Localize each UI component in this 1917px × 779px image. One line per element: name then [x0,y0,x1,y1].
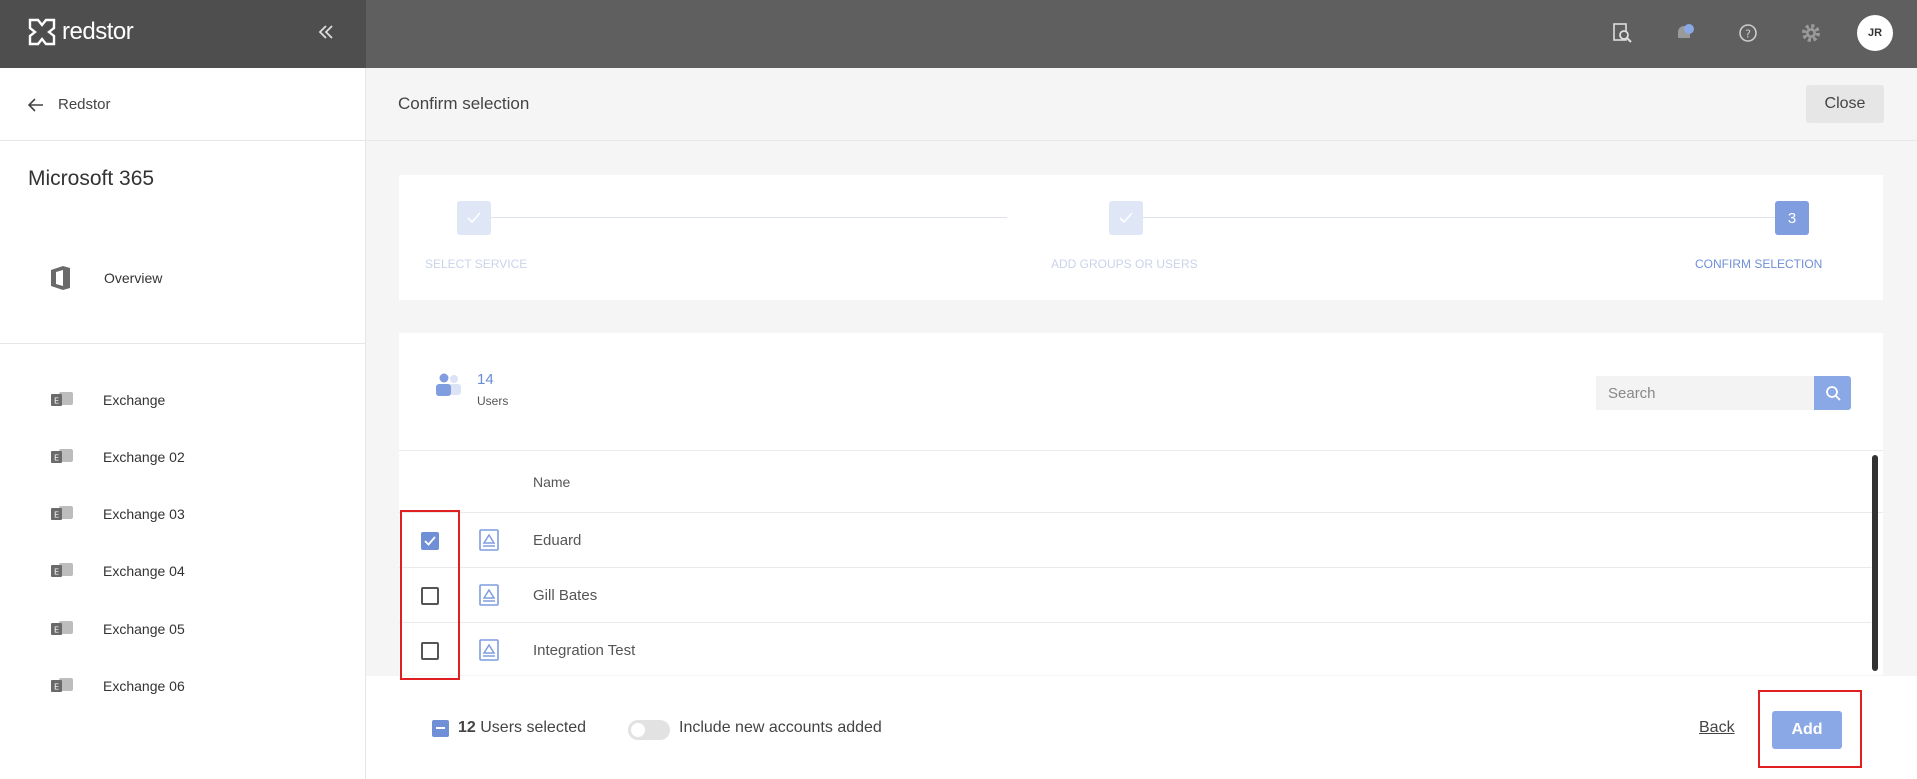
row-user-name: Integration Test [533,642,636,659]
page-header: Confirm selection Close [366,68,1917,141]
selected-label: Users selected [480,719,587,736]
sidebar-item-label: Overview [104,270,163,286]
user-mailbox-icon [479,584,499,606]
sidebar-item-exchange-04[interactable]: E Exchange 04 [50,561,185,581]
svg-text:E: E [54,397,59,406]
arrow-left-icon [28,97,43,112]
help-icon[interactable]: ? [1730,15,1766,51]
exchange-icon: E [51,449,73,463]
top-icons: ? JR [1577,15,1893,51]
add-button[interactable]: Add [1772,711,1842,749]
logo[interactable]: redstor [28,18,134,46]
back-to-redstor-link[interactable]: Redstor [28,96,111,113]
user-mailbox-icon [479,639,499,661]
sidebar-item-exchange[interactable]: E Exchange [50,390,165,410]
users-count-label: Users [477,394,509,408]
table-header: Name [399,450,1883,513]
exchange-icon: E [51,678,73,692]
top-bar: redstor ? JR [0,0,1917,68]
table-scrollbar[interactable] [1872,455,1878,671]
sidebar-item-exchange-03[interactable]: E Exchange 03 [50,504,185,524]
sidebar-item-exchange-02[interactable]: E Exchange 02 [50,447,185,467]
include-new-accounts-label: Include new accounts added [679,719,882,736]
scrollbar-thumb[interactable] [1872,455,1878,671]
selection-footer: 12 Users selected Include new accounts a… [366,676,1917,779]
svg-text:?: ? [1745,28,1751,41]
selected-summary: 12 Users selected [458,719,586,737]
step-3-number: 3 [1775,201,1809,235]
brand-area: redstor [0,0,366,68]
notifications-icon[interactable] [1667,15,1703,51]
sidebar-item-exchange-05[interactable]: E Exchange 05 [50,619,185,639]
sidebar-item-overview[interactable]: Overview [48,264,162,292]
sidebar-title: Microsoft 365 [28,167,155,190]
exchange-icon: E [51,621,73,635]
search-button[interactable] [1814,376,1851,410]
row-user-name: Eduard [533,532,582,549]
sidebar-item-label: Exchange 05 [103,621,185,637]
sidebar-item-label: Exchange 02 [103,449,185,465]
users-card: 14 Users Name Eduard Gill Bates Integrat… [399,333,1883,678]
row-checkbox[interactable] [421,587,439,605]
table-row[interactable]: Eduard [399,513,1871,568]
step-connector [475,217,1007,218]
page-title: Confirm selection [398,94,530,113]
settings-icon[interactable] [1793,15,1829,51]
collapse-sidebar-icon[interactable] [314,22,338,46]
include-new-accounts-toggle[interactable] [628,720,670,740]
search-box [1596,376,1851,410]
step-connector [1127,217,1781,218]
divider [0,343,366,344]
step-2-label: ADD GROUPS OR USERS [1051,257,1198,271]
search-report-icon[interactable] [1604,15,1640,51]
column-header-name[interactable]: Name [533,474,570,490]
divider [0,140,366,141]
sidebar-item-label: Exchange 06 [103,678,185,694]
svg-text:E: E [54,626,59,635]
table-row[interactable]: Integration Test [399,623,1871,678]
exchange-icon: E [51,392,73,406]
users-group-icon [436,373,461,396]
search-input[interactable] [1596,376,1814,410]
user-avatar[interactable]: JR [1857,15,1893,51]
table-row[interactable]: Gill Bates [399,568,1871,623]
svg-text:E: E [54,683,59,692]
select-all-indeterminate-checkbox[interactable] [432,720,449,737]
sidebar-item-label: Exchange 03 [103,506,185,522]
row-checkbox[interactable] [421,642,439,660]
svg-text:E: E [54,568,59,577]
step-1-check-icon [457,201,491,235]
exchange-icon: E [51,506,73,520]
brand-name: redstor [62,18,134,45]
sidebar-item-label: Exchange [103,392,166,408]
users-summary: 14 Users [435,371,508,408]
close-button[interactable]: Close [1806,85,1884,123]
wizard-stepper: SELECT SERVICE ADD GROUPS OR USERS 3 CON… [399,175,1883,300]
redstor-logo-icon [28,18,56,46]
users-count: 14 [477,371,494,388]
back-label: Redstor [58,96,111,113]
step-1-label: SELECT SERVICE [425,257,528,271]
svg-text:E: E [54,454,59,463]
exchange-icon: E [51,563,73,577]
sidebar: Redstor Microsoft 365 Overview E Exchang… [0,68,366,779]
sidebar-item-label: Exchange 04 [103,563,185,579]
checkmark-icon [424,536,436,546]
sidebar-item-exchange-06[interactable]: E Exchange 06 [50,676,185,696]
row-user-name: Gill Bates [533,587,598,604]
step-3-label: CONFIRM SELECTION [1695,257,1823,271]
search-icon [1825,386,1841,401]
back-button[interactable]: Back [1699,719,1735,737]
selected-count: 12 [458,719,476,736]
user-mailbox-icon [479,529,499,551]
step-2-check-icon [1109,201,1143,235]
row-checkbox[interactable] [421,532,439,550]
svg-text:E: E [54,511,59,520]
office-icon [51,266,70,290]
